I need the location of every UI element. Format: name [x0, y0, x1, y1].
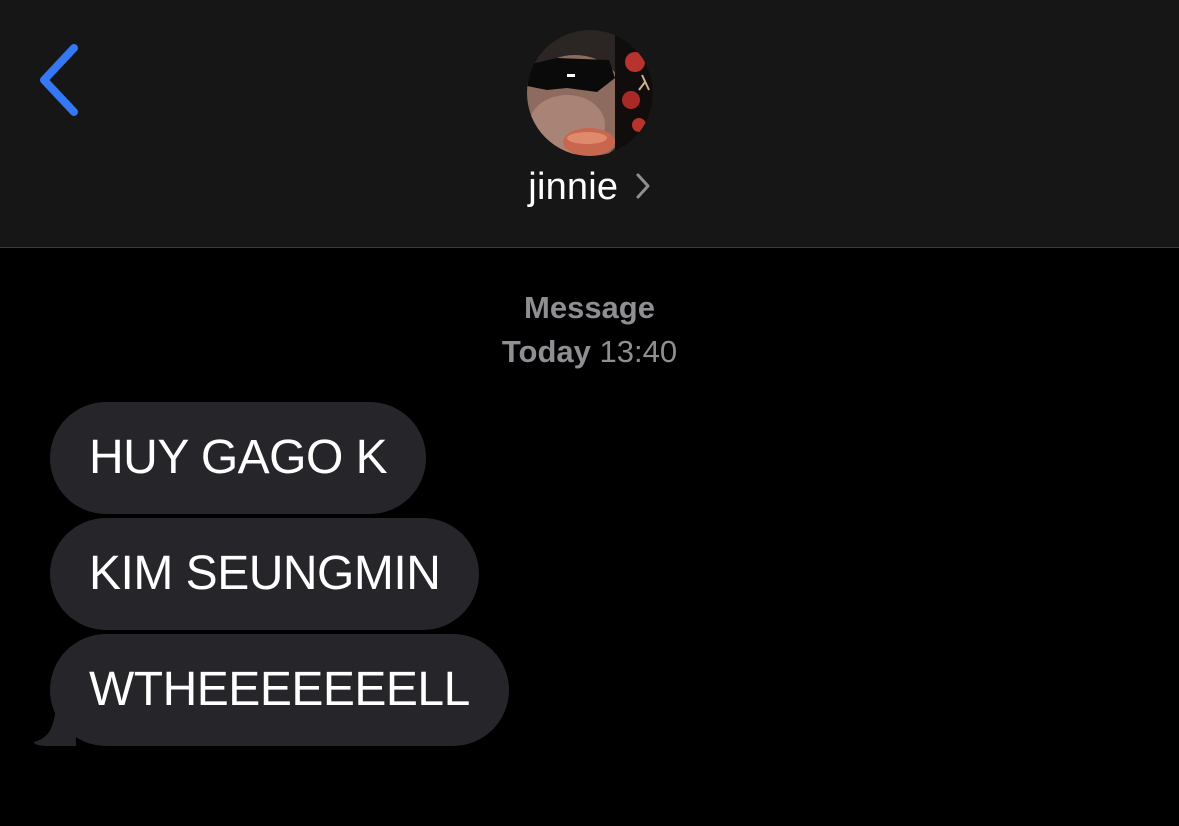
day-label: Today — [501, 334, 591, 369]
conversation-timestamp: Message Today 13:40 — [0, 286, 1179, 374]
service-label: Message — [524, 290, 655, 325]
chevron-left-icon — [40, 44, 78, 116]
contact-details-link[interactable]: jinnie — [0, 166, 1179, 209]
message-row: WTHEEEEEEELL — [34, 634, 509, 746]
message-text: HUY GAGO K — [89, 431, 388, 484]
message-row: KIM SEUNGMIN — [50, 518, 480, 630]
messages-screen: jinnie Message Today 13:40 HUY GAGO K KI… — [0, 0, 1179, 826]
back-button[interactable] — [30, 40, 90, 120]
conversation-header: jinnie — [0, 0, 1179, 248]
message-text: KIM SEUNGMIN — [89, 547, 441, 600]
message-bubble[interactable]: WTHEEEEEEELL — [50, 634, 509, 746]
time-label: 13:40 — [599, 334, 678, 369]
message-text: WTHEEEEEEELL — [89, 663, 470, 716]
message-bubble[interactable]: KIM SEUNGMIN — [50, 518, 480, 630]
avatar[interactable] — [527, 30, 653, 156]
chevron-right-icon — [636, 173, 650, 198]
message-row: HUY GAGO K — [50, 402, 427, 514]
contact-name: jinnie — [528, 166, 619, 208]
message-bubble[interactable]: HUY GAGO K — [50, 402, 427, 514]
contact-photo — [527, 30, 653, 156]
